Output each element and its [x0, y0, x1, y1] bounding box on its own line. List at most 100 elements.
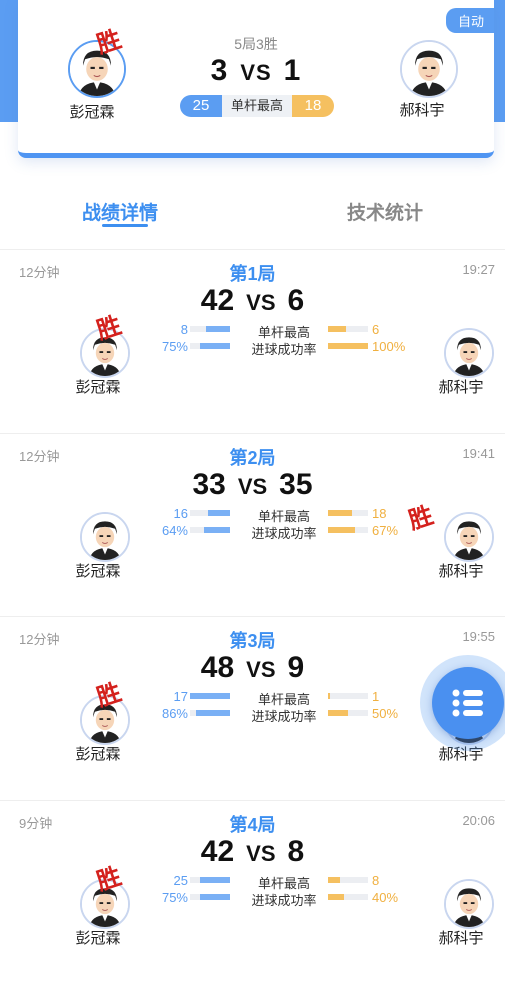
game-card[interactable]: 9分钟 20:06 第4局 42 VS 8 胜彭冠霖 郝科宇 25 单杆最高 8 75% 进球成功率 40…	[0, 801, 505, 985]
game-score-right: 8	[287, 835, 305, 868]
game-score: 42 VS 8	[0, 835, 505, 869]
stat-high-left: 8	[180, 322, 188, 337]
game-score-right: 35	[279, 468, 313, 501]
game-score-left: 42	[200, 284, 235, 317]
game-score: 42 VS 6	[0, 284, 505, 318]
header-background-left	[0, 0, 20, 122]
tab-record-details[interactable]: 战绩详情	[82, 198, 158, 225]
stat-high-right: 18	[372, 506, 387, 521]
right-player-name: 郝科宇	[399, 102, 445, 119]
stat-rate-right-bar	[328, 343, 368, 349]
game-vs: VS	[246, 657, 276, 682]
stat-high-left-bar	[190, 877, 230, 883]
player-avatar-icon	[82, 514, 128, 560]
game-score-right: 6	[287, 284, 305, 317]
player-avatar-icon	[402, 42, 456, 96]
stat-rate-label: 进球成功率	[251, 709, 317, 724]
game-left-player: 彭冠霖	[75, 379, 121, 396]
stat-row-success-rate: 75% 进球成功率 100%	[150, 339, 420, 357]
stat-rate-label: 进球成功率	[251, 342, 317, 357]
game-title: 第2局	[229, 448, 276, 468]
stat-rate-right: 50%	[372, 706, 399, 721]
stat-rate-label: 进球成功率	[251, 526, 317, 541]
match-score-right: 1	[283, 54, 302, 87]
stat-rate-left: 75%	[161, 339, 188, 354]
stat-high-left: 25	[173, 873, 188, 888]
stat-row-success-rate: 75% 进球成功率 40%	[150, 890, 420, 908]
match-summary-card: 自动 胜 彭冠霖 郝科宇 5局3胜 3 VS 1 25 单杆最高 18	[18, 0, 494, 158]
stat-rate-left-bar	[190, 527, 230, 533]
game-right-player: 郝科宇	[438, 563, 484, 580]
stat-rate-right: 40%	[372, 890, 399, 905]
game-vs: VS	[246, 290, 276, 315]
stat-rate-right-bar	[328, 710, 368, 716]
list-menu-icon	[452, 689, 483, 717]
stat-row-high-break: 25 单杆最高 8	[150, 873, 420, 891]
active-tab-indicator	[102, 224, 148, 227]
stat-high-left-bar	[190, 326, 230, 332]
stat-rate-right-bar	[328, 894, 368, 900]
game-right-avatar[interactable]	[444, 512, 494, 562]
stat-rate-left-bar	[190, 894, 230, 900]
game-left-player: 彭冠霖	[75, 746, 121, 763]
player-avatar-icon	[446, 330, 492, 376]
player-avatar-icon	[446, 881, 492, 927]
game-score-left: 33	[192, 468, 226, 501]
stat-high-left: 17	[173, 689, 188, 704]
high-break-label: 单杆最高	[222, 95, 292, 117]
stat-high-right: 6	[372, 322, 380, 337]
stat-high-right-bar	[328, 877, 368, 883]
match-vs: VS	[240, 60, 272, 85]
game-score-left: 48	[200, 651, 235, 684]
game-right-player: 郝科宇	[438, 930, 484, 947]
stat-row-success-rate: 86% 进球成功率 50%	[150, 706, 420, 724]
game-score-left: 42	[200, 835, 235, 868]
game-title: 第4局	[229, 815, 276, 835]
high-break-pill: 25 单杆最高 18	[180, 95, 334, 119]
game-vs: VS	[246, 841, 276, 866]
stat-high-right-bar	[328, 326, 368, 332]
game-vs: VS	[237, 474, 268, 499]
game-card[interactable]: 12分钟 19:41 第2局 33 VS 35 胜彭冠霖 郝科宇 16 单杆最高 18 64% 进球成功…	[0, 434, 505, 618]
match-score: 3 VS 1	[156, 54, 356, 88]
stat-high-left-bar	[190, 693, 230, 699]
game-title: 第3局	[229, 631, 276, 651]
game-left-player: 彭冠霖	[75, 563, 121, 580]
high-break-right: 18	[292, 95, 334, 117]
stat-rate-left-bar	[190, 710, 230, 716]
match-rule: 5局3胜	[234, 36, 278, 52]
stat-rate-right: 67%	[372, 523, 399, 538]
header-background-right	[493, 0, 505, 122]
stat-row-high-break: 8 单杆最高 6	[150, 322, 420, 340]
left-player-name: 彭冠霖	[69, 104, 115, 121]
stat-row-success-rate: 64% 进球成功率 67%	[150, 523, 420, 541]
game-left-player: 彭冠霖	[75, 930, 121, 947]
game-right-avatar[interactable]	[444, 879, 494, 929]
game-card[interactable]: 12分钟 19:27 第1局 42 VS 6 胜彭冠霖 郝科宇 8 单杆最高 6 75% 进球成功率 10…	[0, 250, 505, 434]
game-title: 第1局	[229, 264, 276, 284]
player-avatar-icon	[446, 514, 492, 560]
stat-rate-left: 86%	[161, 706, 188, 721]
stat-rate-right-bar	[328, 527, 368, 533]
high-break-left: 25	[180, 95, 222, 117]
stat-rate-label: 进球成功率	[251, 893, 317, 908]
game-right-avatar[interactable]	[444, 328, 494, 378]
stat-high-right-bar	[328, 693, 368, 699]
stat-high-left-bar	[190, 510, 230, 516]
stat-row-high-break: 16 单杆最高 18	[150, 506, 420, 524]
stat-high-left: 16	[173, 506, 188, 521]
right-player-avatar[interactable]	[400, 40, 458, 98]
game-score-right: 9	[287, 651, 305, 684]
tab-technical-stats[interactable]: 技术统计	[347, 198, 423, 225]
stat-rate-left: 75%	[161, 890, 188, 905]
stat-rate-right: 100%	[372, 339, 406, 354]
stat-rate-left-bar	[190, 343, 230, 349]
game-left-avatar[interactable]	[80, 512, 130, 562]
game-score: 33 VS 35	[0, 468, 505, 502]
match-score-left: 3	[210, 54, 229, 87]
auto-badge[interactable]: 自动	[445, 8, 494, 33]
stat-high-right-bar	[328, 510, 368, 516]
stat-high-right: 1	[372, 689, 380, 704]
menu-fab-button[interactable]	[432, 667, 504, 739]
stat-row-high-break: 17 单杆最高 1	[150, 689, 420, 707]
